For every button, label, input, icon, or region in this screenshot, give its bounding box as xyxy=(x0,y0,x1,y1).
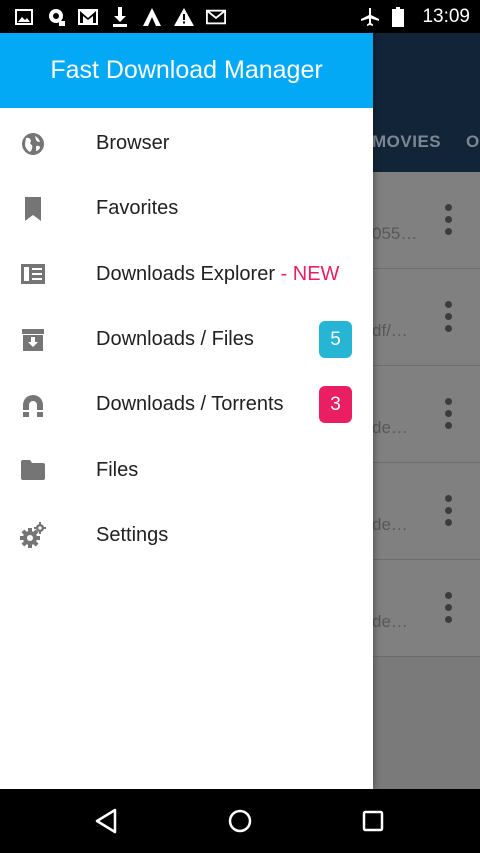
clock: 13:09 xyxy=(422,5,470,27)
settings-icon xyxy=(20,522,46,549)
download-box-icon xyxy=(20,327,46,353)
globe-icon xyxy=(20,131,46,157)
mail-icon xyxy=(206,7,226,27)
warning-icon xyxy=(174,7,194,27)
explorer-icon xyxy=(20,261,46,287)
list-item-text: 055… xyxy=(372,224,418,243)
recents-button[interactable] xyxy=(357,805,389,837)
system-nav-bar xyxy=(0,789,480,853)
more-vert-icon xyxy=(442,592,454,628)
tab-other: O xyxy=(466,132,480,151)
menu-item-label: Browser xyxy=(96,132,170,155)
menu-item-favorites[interactable]: Favorites xyxy=(0,176,373,241)
more-vert-icon xyxy=(442,301,454,337)
menu-item-label: Downloads / Torrents xyxy=(96,393,284,416)
menu-item-label: Files xyxy=(96,458,139,481)
drawer-header: Fast Download Manager xyxy=(0,33,373,108)
folder-icon xyxy=(20,457,46,483)
drawer-menu: Browser Favorites Downloads Explorer - N… xyxy=(0,111,373,568)
list-item-text: de… xyxy=(372,418,408,437)
menu-item-browser[interactable]: Browser xyxy=(0,111,373,176)
more-vert-icon xyxy=(442,495,454,531)
download-icon xyxy=(110,7,130,27)
status-bar: 13:09 xyxy=(0,0,480,33)
image-icon xyxy=(14,7,34,27)
menu-item-label: Downloads Explorer - NEW xyxy=(96,262,340,285)
menu-item-downloads-files[interactable]: Downloads / Files 5 xyxy=(0,307,373,372)
bookmark-icon xyxy=(20,196,46,222)
menu-item-files[interactable]: Files xyxy=(0,437,373,502)
menu-item-downloads-explorer[interactable]: Downloads Explorer - NEW xyxy=(0,242,373,307)
count-badge: 3 xyxy=(319,386,352,424)
tab-movies: MOVIES xyxy=(372,132,442,151)
menu-item-downloads-torrents[interactable]: Downloads / Torrents 3 xyxy=(0,372,373,437)
menu-item-settings[interactable]: Settings xyxy=(0,503,373,568)
new-label: - NEW xyxy=(274,262,340,285)
menu-item-label: Settings xyxy=(96,523,169,546)
home-button[interactable] xyxy=(224,805,256,837)
airplane-icon xyxy=(360,7,380,27)
magnet-icon xyxy=(20,392,46,418)
list-item-text: de… xyxy=(372,612,408,631)
menu-item-label: Downloads / Files xyxy=(96,328,254,351)
navigation-drawer: Fast Download Manager Browser Favorites … xyxy=(0,33,373,789)
more-vert-icon xyxy=(442,204,454,240)
battery-icon xyxy=(388,6,408,27)
app-title: Fast Download Manager xyxy=(50,56,323,84)
gmail-icon xyxy=(78,7,98,27)
app-icon xyxy=(142,7,162,27)
count-badge: 5 xyxy=(319,321,352,359)
list-item-text: de… xyxy=(372,515,408,534)
more-vert-icon xyxy=(442,398,454,434)
menu-item-label: Favorites xyxy=(96,197,179,220)
list-item-text: df/… xyxy=(372,321,408,340)
sync-icon xyxy=(46,7,66,27)
back-button[interactable] xyxy=(90,805,122,837)
